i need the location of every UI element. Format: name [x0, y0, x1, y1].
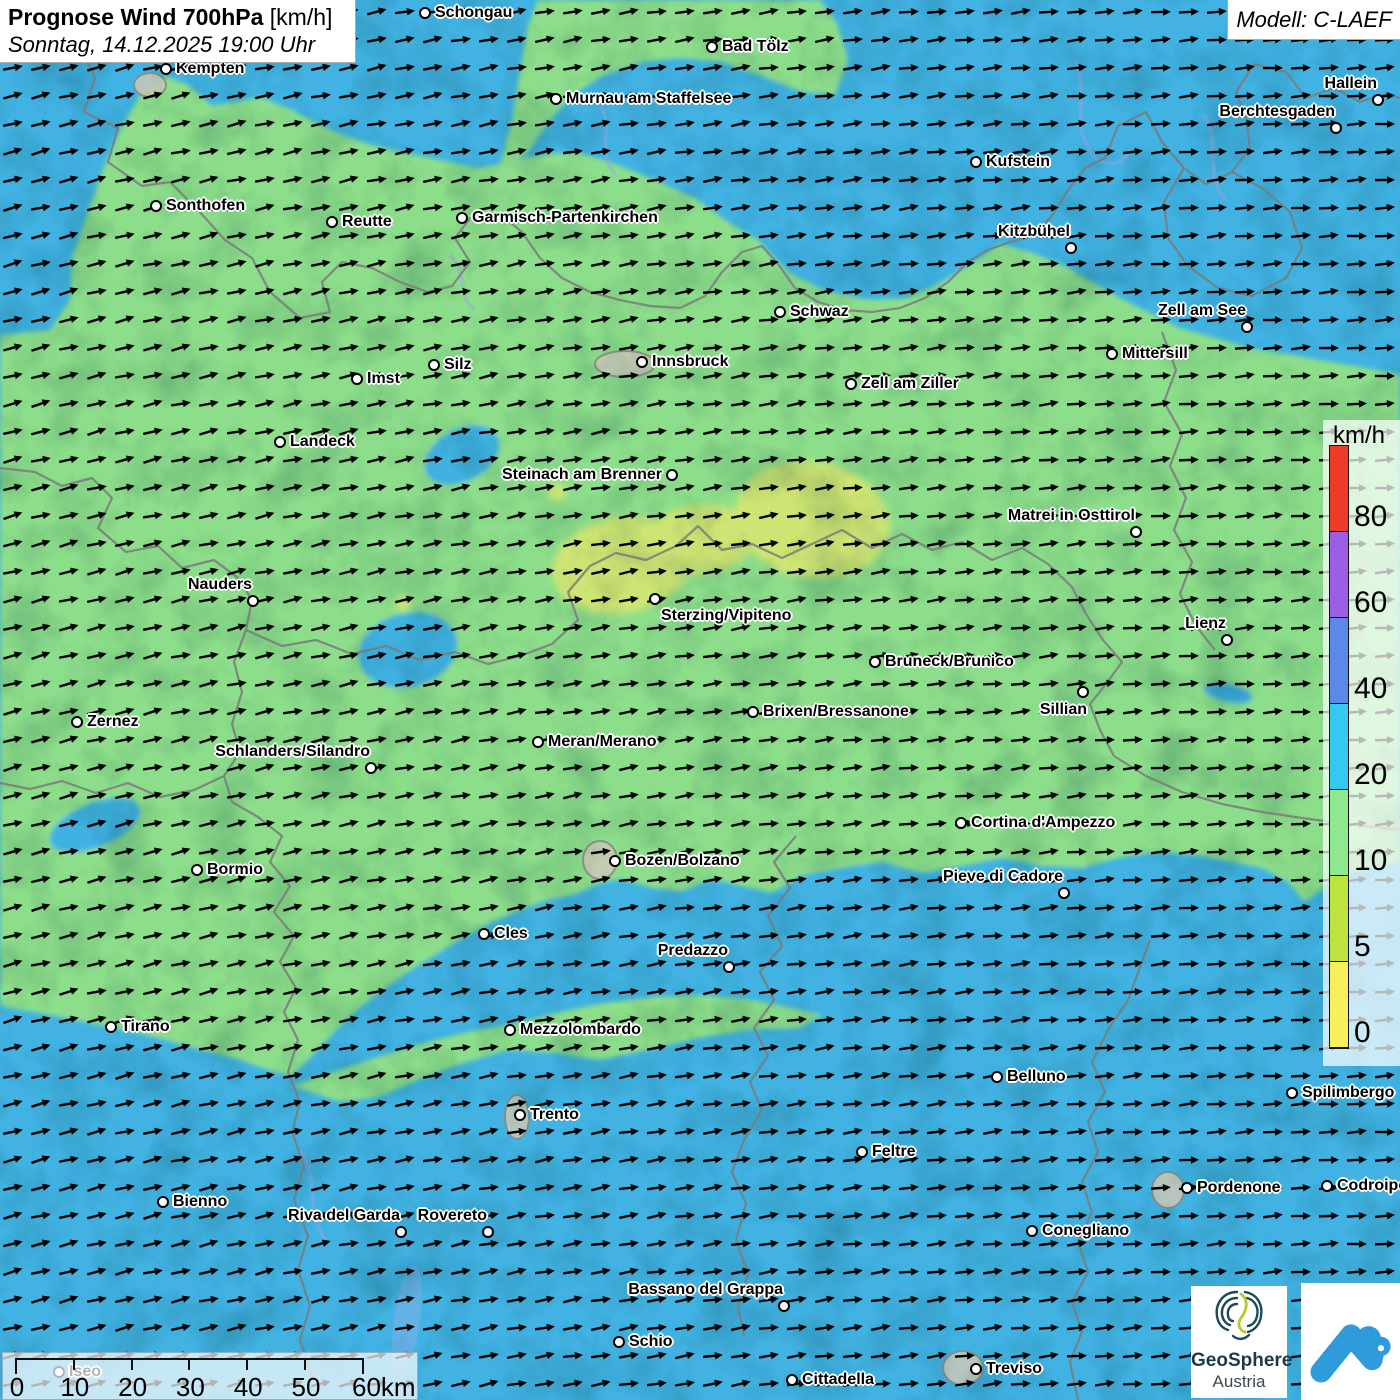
model-label-box: Modell: C-LAEF — [1227, 0, 1400, 40]
map-title-unit: [km/h] — [263, 4, 332, 30]
wind-forecast-map: SchongauBad TölzKemptenMurnau am Staffel… — [0, 0, 1400, 1400]
map-canvas — [0, 0, 1400, 1400]
legend: km/h 806040201050 — [1323, 420, 1400, 1066]
legend-segment — [1330, 446, 1348, 532]
scale-tick — [304, 1358, 306, 1370]
scale-tick-label: 50 — [292, 1372, 321, 1400]
scale-tick-label: 60km — [352, 1372, 416, 1400]
title-box: Prognose Wind 700hPa [km/h] Sonntag, 14.… — [0, 0, 356, 63]
legend-tick-label: 10 — [1354, 846, 1387, 876]
scale-bar: 0 10 20 30 40 50 60km — [2, 1352, 418, 1400]
legend-segment — [1330, 618, 1348, 704]
geosphere-contour-icon — [1207, 1286, 1271, 1346]
scale-tick-label: 20 — [118, 1372, 147, 1400]
scale-tick-label: 0 — [10, 1372, 24, 1400]
legend-segment — [1330, 790, 1348, 876]
scale-tick-label: 30 — [176, 1372, 205, 1400]
scale-tick — [188, 1358, 190, 1370]
legend-segment — [1330, 962, 1348, 1048]
scale-tick — [73, 1358, 75, 1370]
partner-logo — [1301, 1283, 1400, 1400]
scale-tick — [131, 1358, 133, 1370]
legend-tick-label: 80 — [1354, 502, 1387, 532]
legend-tick-label: 20 — [1354, 760, 1387, 790]
model-label: Modell: C-LAEF — [1236, 7, 1391, 33]
scale-tick-label: 10 — [60, 1372, 89, 1400]
geosphere-name: GeoSphere — [1191, 1351, 1287, 1372]
legend-tick-label: 0 — [1354, 1018, 1371, 1048]
geosphere-country: Austria — [1191, 1372, 1287, 1392]
mountain-cloud-logo-icon — [1307, 1294, 1395, 1390]
legend-segment — [1330, 704, 1348, 790]
legend-tick-label: 60 — [1354, 588, 1387, 618]
map-title: Prognose Wind 700hPa [km/h] — [8, 4, 347, 31]
legend-segment — [1330, 876, 1348, 962]
legend-segment — [1330, 532, 1348, 618]
map-datetime: Sonntag, 14.12.2025 19:00 Uhr — [8, 32, 347, 58]
legend-tick-label: 5 — [1354, 932, 1371, 962]
scale-tick — [246, 1358, 248, 1370]
geosphere-logo: GeoSphere Austria — [1191, 1286, 1287, 1398]
hillshade-texture — [0, 0, 1400, 1400]
legend-color-bar — [1330, 446, 1348, 1048]
legend-tick-label: 40 — [1354, 674, 1387, 704]
scale-tick-label: 40 — [234, 1372, 263, 1400]
